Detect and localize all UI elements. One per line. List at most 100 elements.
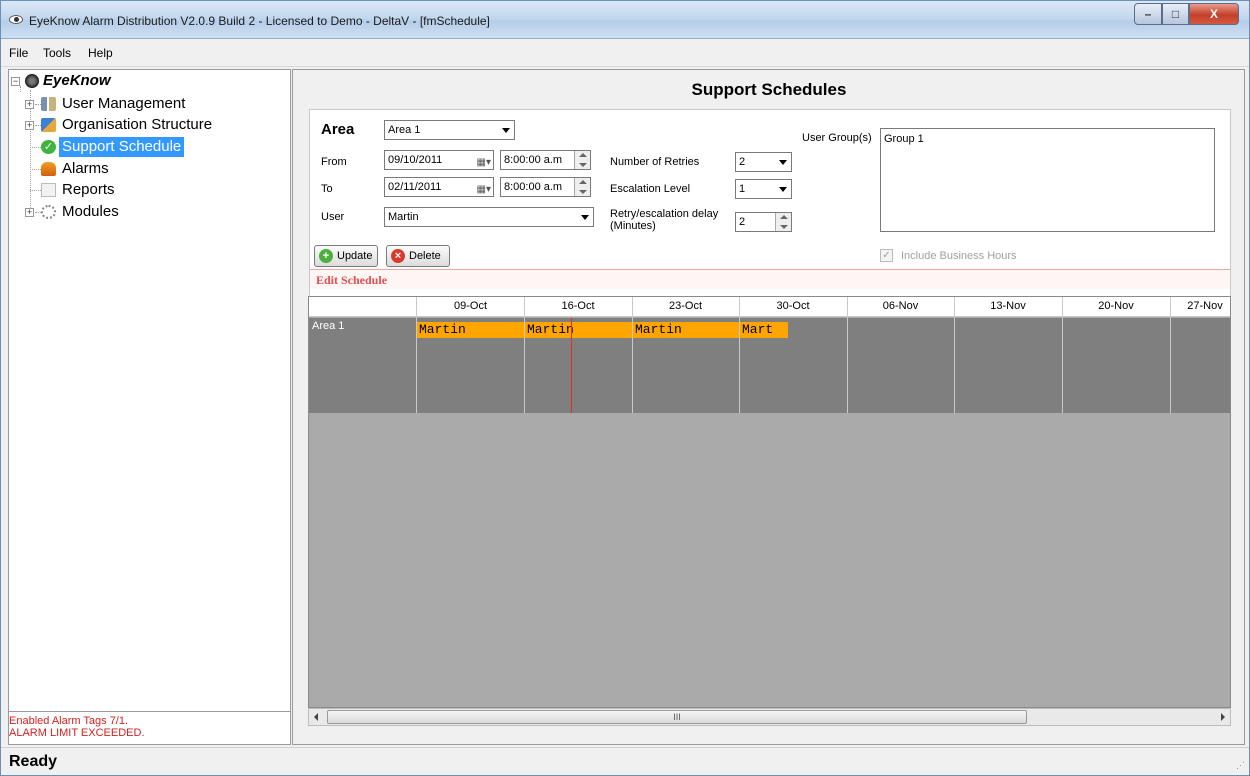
minimize-button[interactable]: – <box>1134 3 1162 25</box>
column-header: 20-Nov <box>1098 300 1134 312</box>
delete-label: Delete <box>409 250 441 262</box>
chevron-down-icon <box>779 160 787 165</box>
business-hours-checkbox[interactable]: ✓ <box>880 249 893 262</box>
app-window: EyeKnow Alarm Distribution V2.0.9 Build … <box>0 0 1250 776</box>
calendar-icon[interactable]: ▦▾ <box>477 154 491 169</box>
column-header: 06-Nov <box>882 300 919 312</box>
gear-icon <box>41 205 56 219</box>
escalation-value: 1 <box>739 183 746 195</box>
edit-schedule-bar: Edit Schedule <box>310 269 1230 289</box>
schedule-bar[interactable]: Martin <box>417 322 524 338</box>
retries-value: 2 <box>739 156 746 168</box>
tree-item-label: Reports <box>62 181 115 198</box>
maximize-button[interactable]: □ <box>1162 3 1189 25</box>
schedule-bar[interactable]: Martin <box>633 322 739 338</box>
schedule-bar[interactable]: Mart <box>740 322 788 338</box>
column-header: 27-Nov <box>1187 300 1223 312</box>
from-time-input[interactable]: 8:00:00 a.m <box>500 150 591 170</box>
to-label: To <box>321 183 333 195</box>
page-title: Support Schedules <box>691 80 847 99</box>
tree-root-label: EyeKnow <box>43 72 111 89</box>
org-icon <box>41 118 56 132</box>
user-select[interactable]: Martin <box>384 207 594 227</box>
alarm-bell-icon <box>41 162 56 176</box>
to-time-input[interactable]: 8:00:00 a.m <box>500 177 591 197</box>
business-hours-label: Include Business Hours <box>901 250 1017 262</box>
time-spinner[interactable] <box>574 178 590 196</box>
from-date-picker[interactable]: 09/10/2011 ▦▾ <box>384 150 494 170</box>
user-group-item[interactable]: Group 1 <box>884 133 924 145</box>
delay-label-line2: (Minutes) <box>610 220 656 232</box>
expand-icon[interactable]: + <box>25 121 34 130</box>
user-groups-label: User Group(s) <box>802 132 872 144</box>
tree-item-label: Organisation Structure <box>62 116 213 133</box>
close-button[interactable]: X <box>1189 3 1239 25</box>
expand-icon[interactable]: + <box>25 100 34 109</box>
to-date-value: 02/11/2011 <box>388 181 442 193</box>
edit-schedule-label: Edit Schedule <box>316 273 388 287</box>
tree-item-label: Support Schedule <box>59 137 185 157</box>
chevron-down-icon <box>502 128 510 133</box>
collapse-icon[interactable]: − <box>11 77 20 86</box>
menu-tools[interactable]: Tools <box>43 46 71 60</box>
tree-root[interactable]: − EyeKnow <box>11 71 281 91</box>
column-header: 30-Oct <box>776 300 810 312</box>
horizontal-scrollbar[interactable]: III <box>308 708 1231 726</box>
delete-button[interactable]: × Delete <box>386 245 450 267</box>
update-label: Update <box>337 250 373 262</box>
user-groups-list[interactable]: Group 1 <box>880 128 1215 232</box>
menu-file[interactable]: File <box>9 46 28 60</box>
delay-spinner[interactable] <box>775 213 791 231</box>
tree-item-organisation-structure[interactable]: + Organisation Structure <box>25 115 285 135</box>
calendar-icon[interactable]: ▦▾ <box>477 181 491 196</box>
from-date-value: 09/10/2011 <box>388 154 443 166</box>
scroll-left-icon[interactable] <box>314 713 318 721</box>
app-eye-icon <box>9 15 23 24</box>
from-label: From <box>321 156 347 168</box>
status-bar: Ready ⋰ <box>1 747 1249 775</box>
column-header: 16-Oct <box>561 300 595 312</box>
retries-label: Number of Retries <box>610 156 700 168</box>
time-spinner[interactable] <box>574 151 590 169</box>
retries-select[interactable]: 2 <box>735 152 792 172</box>
user-label: User <box>321 211 345 223</box>
escalation-label: Escalation Level <box>610 183 691 195</box>
title-bar: EyeKnow Alarm Distribution V2.0.9 Build … <box>1 1 1249 39</box>
tree-item-label: Alarms <box>62 160 109 177</box>
window-title: EyeKnow Alarm Distribution V2.0.9 Build … <box>29 14 490 28</box>
schedule-panel: Support Schedules Area Area 1 From 09/10… <box>292 69 1245 745</box>
menu-bar: File Tools Help <box>1 40 1249 67</box>
escalation-select[interactable]: 1 <box>735 179 792 199</box>
scroll-thumb[interactable]: III <box>327 710 1027 724</box>
row-label: Area 1 <box>312 320 345 332</box>
menu-help[interactable]: Help <box>88 46 113 60</box>
tree-item-support-schedule[interactable]: ✓ Support Schedule <box>25 137 285 157</box>
from-time-value: 8:00:00 a.m <box>504 154 563 166</box>
update-button[interactable]: + Update <box>314 245 378 267</box>
tree-item-user-management[interactable]: + User Management <box>25 94 285 114</box>
tree-item-modules[interactable]: + Modules <box>25 202 285 222</box>
delay-label: Retry/escalation delay (Minutes) <box>610 208 718 232</box>
schedule-grid[interactable]: 09-Oct 16-Oct 23-Oct 30-Oct 06-Nov 13-No… <box>308 296 1231 708</box>
area-select[interactable]: Area 1 <box>384 120 515 140</box>
schedule-bar[interactable]: Martin <box>525 322 632 338</box>
chevron-down-icon <box>779 187 787 192</box>
tree-item-alarms[interactable]: Alarms <box>25 159 285 179</box>
to-date-picker[interactable]: 02/11/2011 ▦▾ <box>384 177 494 197</box>
alarm-status-box: Enabled Alarm Tags 7/1. ALARM LIMIT EXCE… <box>8 712 291 745</box>
to-time-value: 8:00:00 a.m <box>504 181 563 193</box>
scroll-right-icon[interactable] <box>1221 713 1225 721</box>
check-icon: ✓ <box>41 140 56 154</box>
column-header: 13-Nov <box>990 300 1026 312</box>
expand-icon[interactable]: + <box>25 208 34 217</box>
area-label: Area <box>321 121 355 138</box>
status-text: Ready <box>9 753 58 770</box>
status-message: ALARM LIMIT EXCEEDED. <box>9 727 145 739</box>
user-value: Martin <box>388 211 419 223</box>
delay-stepper[interactable]: 2 <box>735 212 792 232</box>
report-icon <box>41 183 56 197</box>
tree-item-reports[interactable]: Reports <box>25 180 285 200</box>
tree-item-label: User Management <box>62 95 186 112</box>
resize-grip-icon[interactable]: ⋰ <box>1236 760 1245 771</box>
status-message: Enabled Alarm Tags 7/1. <box>9 715 129 727</box>
